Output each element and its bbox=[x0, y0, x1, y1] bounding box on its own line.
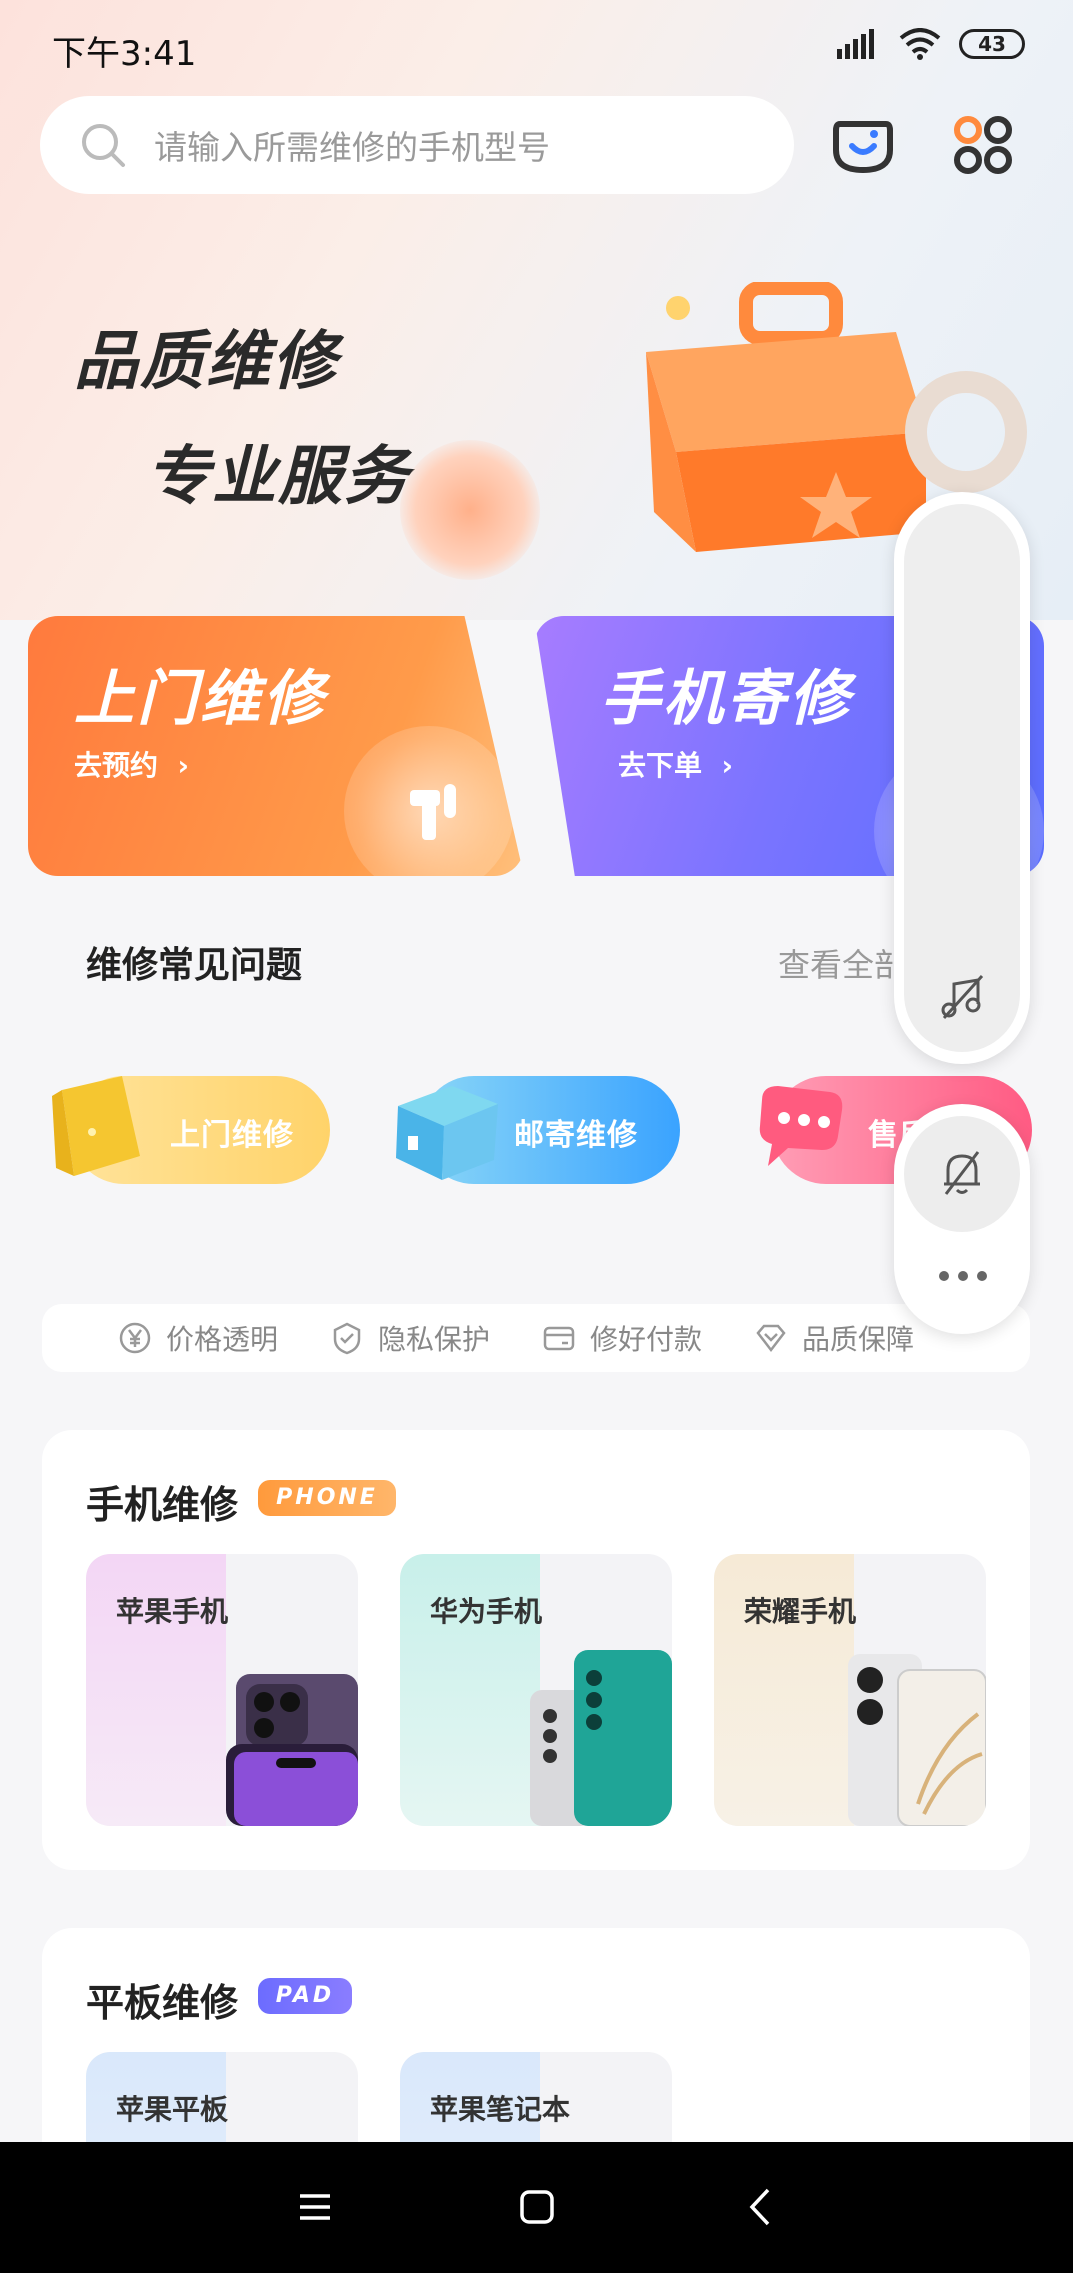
brand-label: 荣耀手机 bbox=[744, 1595, 857, 1628]
faq-pill-onsite-label: 上门维修 bbox=[170, 1118, 294, 1153]
mute-notification-button[interactable] bbox=[904, 1116, 1020, 1232]
signal-icon bbox=[837, 29, 874, 59]
brand-card-huawei[interactable]: 华为手机 bbox=[400, 1554, 672, 1826]
service-icon[interactable] bbox=[828, 110, 898, 180]
status-bar: 下午3:41 43 bbox=[0, 0, 1073, 92]
yen-icon bbox=[119, 1322, 151, 1354]
guarantee-bar: 价格透明 隐私保护 修好付款 品质保障 bbox=[42, 1304, 1030, 1372]
brand-card-honor[interactable]: 荣耀手机 bbox=[714, 1554, 986, 1826]
onsite-repair-card[interactable]: 上门维修 去预约 › bbox=[28, 616, 524, 876]
hero-title-line1: 品质维修 bbox=[74, 325, 338, 399]
chevron-right-icon: › bbox=[711, 749, 734, 782]
pad-section-tag: PAD bbox=[258, 1978, 352, 2014]
chat-bubble-icon bbox=[759, 1086, 843, 1166]
search-input[interactable]: 请输入所需维修的手机型号 bbox=[154, 121, 550, 169]
onsite-repair-title: 上门维修 bbox=[74, 664, 326, 734]
guarantee-payment-label: 修好付款 bbox=[590, 1323, 703, 1356]
faq-view-all-link[interactable]: 查看全部 bbox=[778, 940, 898, 986]
guarantee-price-label: 价格透明 bbox=[166, 1323, 279, 1356]
hero-title-line2: 专业服务 bbox=[146, 440, 410, 514]
shield-check-icon bbox=[333, 1322, 361, 1355]
phone-section-tag: PHONE bbox=[258, 1480, 396, 1516]
pad-section-title: 平板维修 bbox=[86, 1981, 239, 2025]
faq-section-title: 维修常见问题 bbox=[86, 945, 303, 986]
guarantee-quality: 品质保障 bbox=[754, 1318, 914, 1358]
music-off-icon[interactable] bbox=[938, 972, 988, 1022]
door-icon bbox=[52, 1076, 140, 1176]
menu-icon[interactable] bbox=[290, 2182, 340, 2232]
huawei-phone-image bbox=[530, 1650, 672, 1826]
mail-repair-title: 手机寄修 bbox=[600, 664, 852, 734]
brand-label: 华为手机 bbox=[430, 1595, 543, 1628]
guarantee-price: 价格透明 bbox=[118, 1318, 278, 1358]
apps-grid-icon[interactable] bbox=[948, 110, 1018, 180]
card-icon bbox=[543, 1326, 575, 1351]
brand-label: 苹果手机 bbox=[116, 1595, 229, 1628]
guarantee-payment: 修好付款 bbox=[542, 1318, 702, 1358]
more-dots-icon[interactable] bbox=[938, 1268, 988, 1284]
phone-repair-section: 手机维修 PHONE 苹果手机 华为手机 荣耀手机 bbox=[42, 1430, 1030, 1870]
faq-pill-mail-label: 邮寄维修 bbox=[514, 1118, 638, 1153]
brand-label: 苹果平板 bbox=[116, 2093, 229, 2126]
iphone-image bbox=[226, 1674, 358, 1826]
guarantee-privacy-label: 隐私保护 bbox=[378, 1323, 491, 1356]
status-icons: 43 bbox=[837, 28, 1025, 60]
bell-off-icon bbox=[944, 1151, 980, 1195]
system-navigation-bar bbox=[0, 2142, 1073, 2273]
brand-label: 苹果笔记本 bbox=[430, 2093, 571, 2126]
package-box-icon bbox=[396, 1086, 498, 1180]
back-icon[interactable] bbox=[736, 2182, 786, 2232]
brand-card-apple[interactable]: 苹果手机 bbox=[86, 1554, 358, 1826]
battery-indicator: 43 bbox=[959, 29, 1025, 59]
floating-side-panel[interactable] bbox=[894, 492, 1030, 1064]
honor-phone-image bbox=[848, 1654, 986, 1826]
hero-decor-blob bbox=[400, 440, 540, 580]
status-time: 下午3:41 bbox=[52, 34, 197, 74]
diamond-icon bbox=[756, 1324, 786, 1353]
onsite-repair-action[interactable]: 去预约 › bbox=[74, 744, 189, 784]
home-icon[interactable] bbox=[512, 2182, 562, 2232]
search-bar[interactable]: 请输入所需维修的手机型号 bbox=[40, 96, 794, 194]
phone-section-title: 手机维修 bbox=[86, 1483, 239, 1527]
floating-quick-panel bbox=[894, 1104, 1030, 1334]
guarantee-privacy: 隐私保护 bbox=[330, 1318, 490, 1358]
chevron-right-icon: › bbox=[167, 749, 190, 782]
guarantee-quality-label: 品质保障 bbox=[802, 1323, 915, 1356]
search-icon bbox=[82, 124, 125, 167]
floating-panel-slot bbox=[904, 504, 1020, 1052]
mail-repair-action[interactable]: 去下单 › bbox=[618, 744, 733, 784]
wifi-icon bbox=[899, 28, 941, 60]
wrench-badge-icon bbox=[344, 726, 514, 876]
